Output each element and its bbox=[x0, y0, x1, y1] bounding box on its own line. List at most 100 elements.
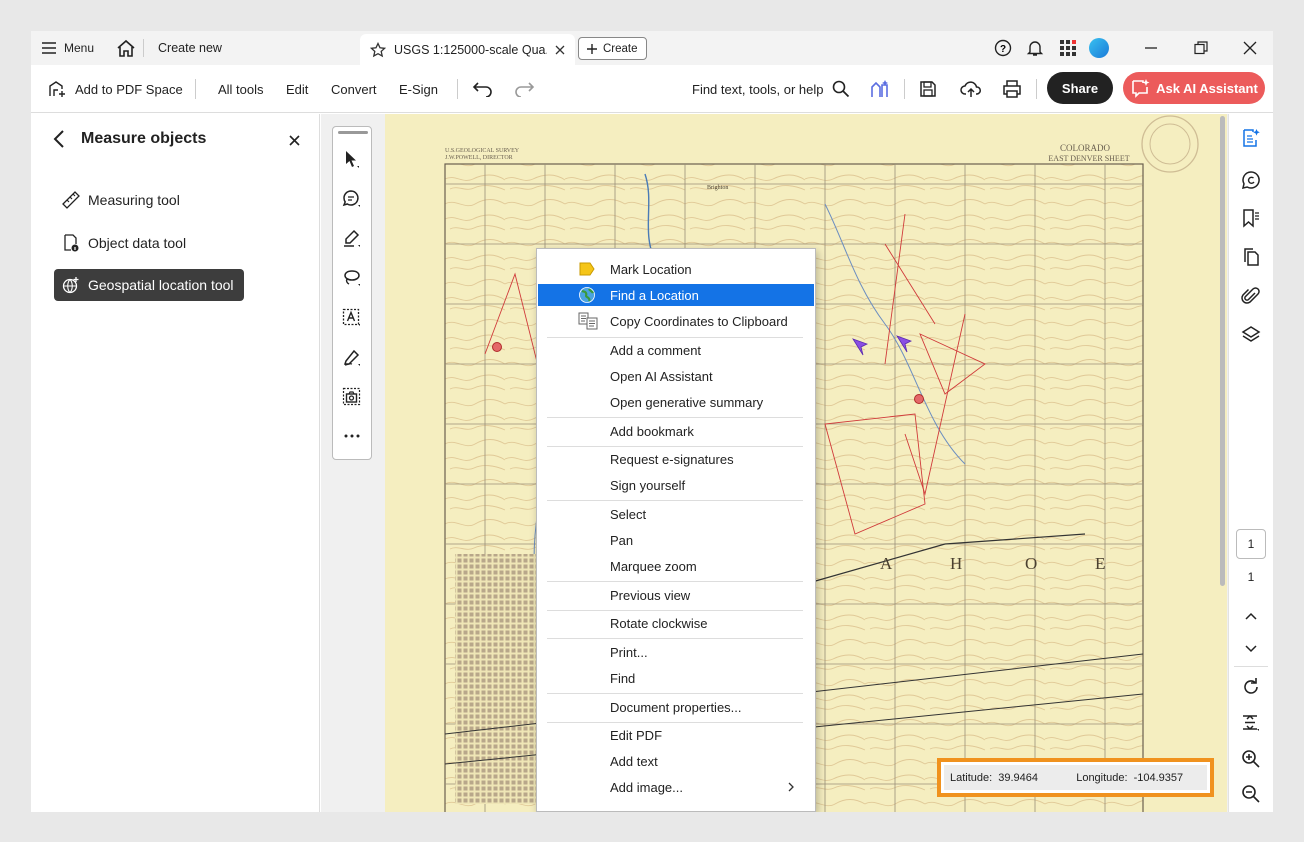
snapshot-tool-button[interactable] bbox=[333, 384, 371, 410]
latitude-label: Latitude: bbox=[950, 771, 993, 784]
zoom-in-button[interactable] bbox=[1239, 747, 1263, 771]
apps-button[interactable] bbox=[1059, 31, 1077, 65]
panel-header: Measure objects bbox=[53, 130, 206, 148]
help-button[interactable]: ? bbox=[994, 31, 1012, 65]
total-pages: 1 bbox=[1247, 570, 1255, 584]
next-page-button[interactable] bbox=[1239, 637, 1263, 661]
menu-item-sign-yourself[interactable]: Sign yourself bbox=[538, 474, 814, 496]
sign-tool-button[interactable] bbox=[333, 345, 371, 371]
menu-item-add-image[interactable]: Add image... bbox=[538, 776, 814, 798]
comment-tool-button[interactable] bbox=[333, 186, 371, 212]
text-tool-button[interactable] bbox=[333, 305, 371, 331]
pen-sign-icon bbox=[343, 349, 360, 366]
home-button[interactable] bbox=[116, 31, 136, 65]
print-button[interactable] bbox=[1002, 65, 1022, 113]
menu-item-request-esignatures[interactable]: Request e-signatures bbox=[538, 448, 814, 470]
menu-item-edit-pdf[interactable]: Edit PDF bbox=[538, 724, 814, 746]
close-window-button[interactable] bbox=[1243, 31, 1257, 65]
all-tools-button[interactable]: All tools bbox=[218, 65, 264, 113]
measuring-tool-item[interactable]: Measuring tool bbox=[54, 184, 190, 216]
coordinate-readout: Latitude: 39.9464 Longitude: -104.9357 bbox=[944, 765, 1207, 790]
menu-item-open-ai-assistant[interactable]: Open AI Assistant bbox=[538, 365, 814, 387]
menu-item-document-properties[interactable]: Document properties... bbox=[538, 696, 814, 718]
mark-location-icon bbox=[579, 262, 595, 276]
minimize-button[interactable] bbox=[1144, 31, 1158, 65]
close-tab-icon[interactable] bbox=[555, 45, 565, 55]
fit-page-icon bbox=[1243, 714, 1259, 731]
draw-tool-button[interactable] bbox=[333, 265, 371, 291]
layers-rail-button[interactable] bbox=[1239, 323, 1263, 347]
ai-edit-button[interactable] bbox=[1239, 126, 1263, 150]
upload-button[interactable] bbox=[960, 65, 982, 113]
save-icon bbox=[920, 81, 936, 97]
undo-button[interactable] bbox=[472, 65, 494, 113]
previous-page-button[interactable] bbox=[1239, 604, 1263, 628]
save-button[interactable] bbox=[919, 65, 937, 113]
star-icon[interactable] bbox=[370, 41, 386, 58]
tab-title: USGS 1:125000-scale Qua... bbox=[394, 42, 547, 57]
menu-item-select[interactable]: Select bbox=[538, 503, 814, 525]
main-toolbar: Add to PDF Space All tools Edit Convert … bbox=[31, 65, 1273, 113]
menu-item-print[interactable]: Print... bbox=[538, 641, 814, 663]
more-icon bbox=[344, 434, 360, 438]
measuring-tool-label: Measuring tool bbox=[88, 192, 180, 208]
zoom-out-button[interactable] bbox=[1239, 782, 1263, 806]
globe-icon bbox=[579, 287, 595, 303]
attachments-rail-button[interactable] bbox=[1239, 284, 1263, 308]
menu-item-label: Add image... bbox=[610, 779, 683, 795]
ai-edit-icon bbox=[1243, 129, 1260, 147]
menu-item-label: Open AI Assistant bbox=[610, 368, 713, 384]
ask-ai-assistant-button[interactable]: Ask AI Assistant bbox=[1123, 72, 1265, 104]
menu-item-copy-coordinates[interactable]: Copy Coordinates to Clipboard bbox=[538, 310, 814, 332]
convert-button[interactable]: Convert bbox=[331, 65, 377, 113]
select-tool-button[interactable] bbox=[333, 147, 371, 173]
menu-item-previous-view[interactable]: Previous view bbox=[538, 584, 814, 606]
comments-rail-button[interactable] bbox=[1239, 168, 1263, 192]
menu-item-label: Rotate clockwise bbox=[610, 615, 708, 631]
fit-page-button[interactable] bbox=[1239, 711, 1263, 735]
menu-item-add-comment[interactable]: Add a comment bbox=[538, 339, 814, 361]
menu-item-label: Document properties... bbox=[610, 699, 742, 715]
highlight-tool-button[interactable] bbox=[333, 226, 371, 252]
create-tab-label: Create bbox=[603, 42, 638, 55]
zoom-in-icon bbox=[1242, 750, 1260, 768]
pages-rail-button[interactable] bbox=[1239, 245, 1263, 269]
create-new-button[interactable]: Create new bbox=[158, 31, 222, 65]
search-box[interactable]: Find text, tools, or help bbox=[692, 65, 850, 113]
help-icon: ? bbox=[994, 39, 1012, 57]
rotate-button[interactable] bbox=[1239, 675, 1263, 699]
menu-item-add-bookmark[interactable]: Add bookmark bbox=[538, 420, 814, 442]
bookmarks-rail-button[interactable] bbox=[1239, 206, 1263, 230]
share-button[interactable]: Share bbox=[1047, 72, 1113, 104]
menu-item-add-text[interactable]: Add text bbox=[538, 750, 814, 772]
avatar[interactable] bbox=[1089, 31, 1109, 65]
create-tab-button[interactable]: Create bbox=[578, 37, 647, 60]
ai-tools-button[interactable] bbox=[869, 65, 891, 113]
menu-item-marquee-zoom[interactable]: Marquee zoom bbox=[538, 555, 814, 577]
zoom-out-icon bbox=[1242, 785, 1260, 803]
current-page-box[interactable]: 1 bbox=[1236, 529, 1266, 559]
add-to-pdf-space-button[interactable]: Add to PDF Space bbox=[47, 65, 183, 113]
drag-handle[interactable] bbox=[338, 131, 368, 134]
object-data-tool-item[interactable]: Object data tool bbox=[54, 227, 196, 259]
menu-item-find[interactable]: Find bbox=[538, 667, 814, 689]
notifications-button[interactable] bbox=[1026, 31, 1044, 65]
back-chevron-icon[interactable] bbox=[53, 130, 65, 148]
geospatial-location-tool-item[interactable]: Geospatial location tool bbox=[54, 269, 244, 301]
redo-button[interactable] bbox=[513, 65, 535, 113]
menu-item-find-a-location[interactable]: Find a Location bbox=[538, 284, 814, 306]
more-tools-button[interactable] bbox=[333, 423, 371, 449]
menu-item-pan[interactable]: Pan bbox=[538, 529, 814, 551]
menu-button[interactable]: Menu bbox=[41, 31, 94, 65]
vertical-scrollbar[interactable] bbox=[1220, 116, 1225, 586]
menu-item-open-generative-summary[interactable]: Open generative summary bbox=[538, 391, 814, 413]
layers-icon bbox=[1241, 326, 1261, 342]
restore-button[interactable] bbox=[1194, 31, 1208, 65]
close-panel-icon[interactable] bbox=[289, 135, 300, 146]
menu-item-rotate-clockwise[interactable]: Rotate clockwise bbox=[538, 612, 814, 634]
edit-button[interactable]: Edit bbox=[286, 65, 308, 113]
menu-item-mark-location[interactable]: Mark Location bbox=[538, 258, 814, 280]
apps-grid-icon bbox=[1060, 40, 1076, 56]
document-tab[interactable]: USGS 1:125000-scale Qua... bbox=[360, 34, 575, 65]
esign-button[interactable]: E-Sign bbox=[399, 65, 438, 113]
